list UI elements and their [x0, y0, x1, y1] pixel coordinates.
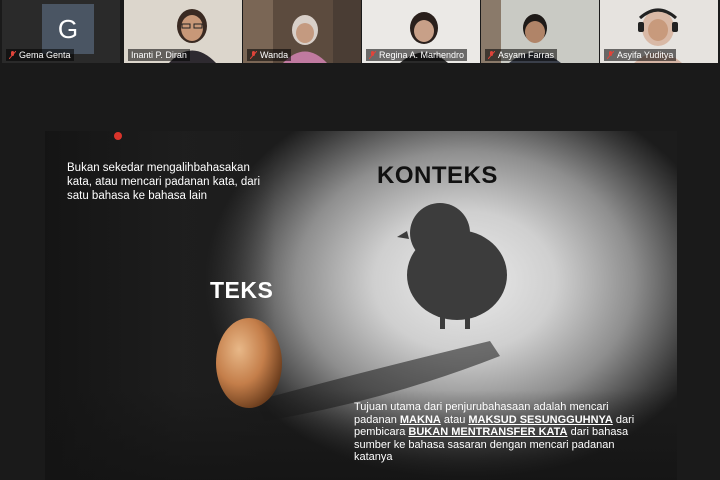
emphasis-maksud: MAKSUD SESUNGGUHNYA: [468, 413, 613, 426]
avatar: G: [42, 4, 94, 54]
mic-muted-icon: [250, 51, 257, 59]
participant-tile-asyam[interactable]: Asyam Farras: [481, 0, 599, 63]
recording-indicator-icon: [114, 132, 122, 140]
participant-name: Asyifa Yuditya: [604, 49, 677, 61]
mic-muted-icon: [488, 51, 495, 59]
participant-tile-regina[interactable]: Regina A. Marhendro: [362, 0, 480, 63]
participant-name: Gema Genta: [6, 49, 74, 61]
shared-slide: Bukan sekedar mengalihbahasakan kata, at…: [45, 131, 677, 480]
participant-tile-asyifa[interactable]: Asyifa Yuditya: [600, 0, 718, 63]
participant-name: Wanda: [247, 49, 292, 61]
participant-strip: G Gema Genta Inanti P. Diran Wanda Regin…: [0, 0, 720, 64]
participant-name: Regina A. Marhendro: [366, 49, 468, 61]
slide-label-konteks: KONTEKS: [377, 162, 498, 189]
participant-name: Asyam Farras: [485, 49, 558, 61]
participant-name: Inanti P. Diran: [128, 49, 190, 61]
slide-label-teks: TEKS: [210, 277, 274, 303]
emphasis-bukan-mentransfer: BUKAN MENTRANSFER KATA: [408, 426, 568, 438]
mic-muted-icon: [9, 51, 16, 59]
mic-muted-icon: [607, 51, 614, 59]
participant-tile-inanti[interactable]: Inanti P. Diran: [124, 0, 242, 63]
slide-intro-text: Bukan sekedar mengalihbahasakan kata, at…: [67, 162, 261, 202]
slide-goal-text: Tujuan utama dari penjurubahasaan adalah…: [354, 401, 635, 463]
egg-image: [216, 318, 282, 408]
mic-muted-icon: [369, 51, 376, 59]
participant-tile-gema[interactable]: G Gema Genta: [2, 0, 120, 63]
participant-tile-wanda[interactable]: Wanda: [243, 0, 361, 63]
emphasis-makna: MAKNA: [399, 413, 441, 426]
chick-shadow-image: [397, 203, 507, 329]
